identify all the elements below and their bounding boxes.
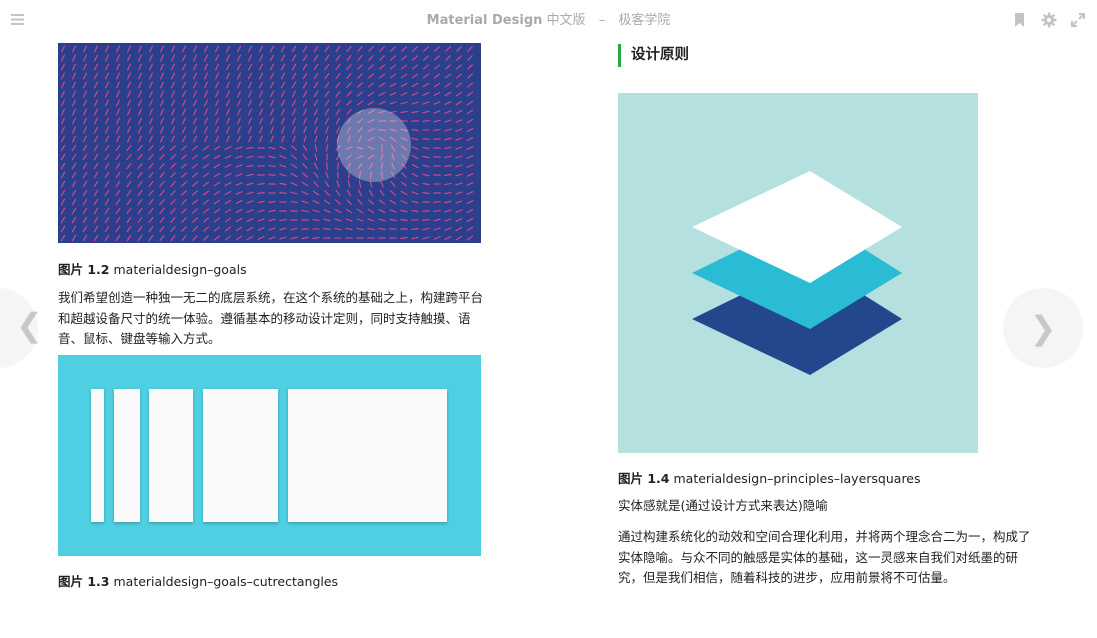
expand-icon[interactable]	[1069, 11, 1087, 29]
figure-name: materialdesign–principles–layersquares	[673, 471, 921, 486]
chevron-left-icon: ❮	[16, 306, 43, 344]
pattern-dash	[433, 201, 441, 203]
figure-label: 图片 1.4	[618, 471, 670, 486]
principle-paragraph-1: 实体感就是(通过设计方式来表达)隐喻	[618, 498, 828, 513]
figure-layersquares-image	[618, 93, 978, 453]
book-subtitle: 中文版	[546, 13, 586, 28]
gear-icon[interactable]	[1040, 11, 1058, 29]
chevron-right-icon: ❯	[1029, 309, 1057, 347]
figure-label: 图片 1.3	[58, 574, 110, 589]
figure-goals-image	[58, 43, 481, 243]
publisher-name: 极客学院	[618, 13, 671, 28]
pattern-dash	[323, 228, 331, 230]
figure-1-2-caption: 图片 1.2 materialdesign–goals	[58, 259, 247, 278]
pattern-dash	[337, 171, 339, 179]
pattern-dash	[279, 192, 287, 194]
goals-paragraph: 我们希望创造一种独一无二的底层系统，在这个系统的基础之上，构建跨平台和超越设备尺…	[58, 290, 484, 346]
figure-label: 图片 1.2	[58, 262, 110, 277]
bookmark-icon[interactable]	[1011, 11, 1029, 29]
figure-name: materialdesign–goals–cutrectangles	[113, 574, 339, 589]
principle-paragraph-2: 通过构建系统化的动效和空间合理化利用，并将两个理念合二为一，构成了实体隐喻。与众…	[618, 529, 1031, 585]
prev-page-button[interactable]: ❮	[0, 288, 43, 368]
book-title-bar: Material Design 中文版 – 极客学院	[0, 9, 1097, 28]
pattern-dash	[400, 219, 408, 221]
book-title: Material Design	[426, 13, 543, 28]
next-page-button[interactable]: ❯	[1003, 288, 1083, 368]
figure-cutrectangles-image	[58, 355, 481, 556]
top-bar: Material Design 中文版 – 极客学院	[0, 0, 1097, 36]
section-heading: 设计原则	[618, 44, 689, 67]
title-separator: –	[598, 13, 606, 28]
pattern-dash	[268, 174, 276, 176]
figure-name: materialdesign–goals	[113, 262, 247, 277]
figure-1-4-caption: 图片 1.4 materialdesign–principles–layersq…	[618, 468, 921, 487]
figure-1-3-caption: 图片 1.3 materialdesign–goals–cutrectangle…	[58, 571, 338, 590]
pattern-dash	[411, 210, 419, 212]
pattern-dash	[422, 138, 430, 140]
